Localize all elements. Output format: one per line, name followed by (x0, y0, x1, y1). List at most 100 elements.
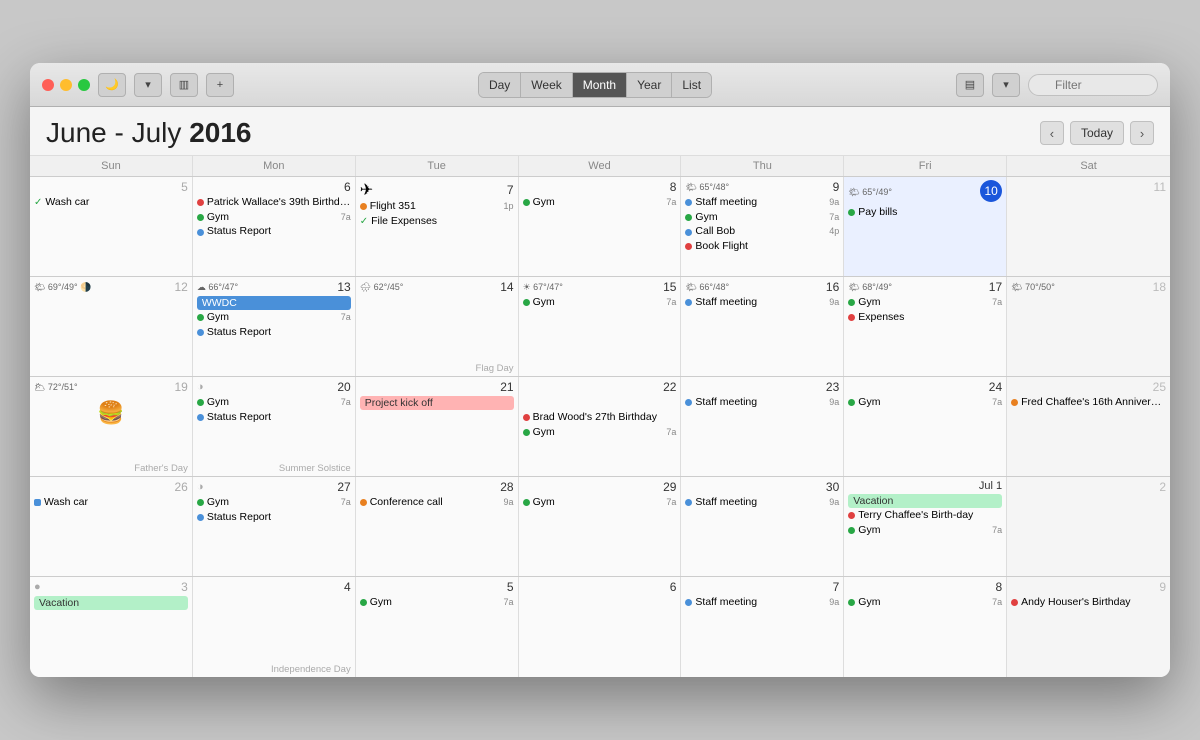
day-number: 19 (174, 380, 187, 394)
day-header-wed: Wed (519, 156, 682, 176)
day-cell-7-thu[interactable]: 7 Staff meeting9a (681, 577, 844, 677)
weather-fri-today: 🌤 65°/49° (848, 187, 892, 198)
list-item: Conference call9a (360, 496, 514, 510)
day-cell-28-tue[interactable]: 28 Conference call9a (356, 477, 519, 576)
day-cell-5-tue[interactable]: 5 Gym7a (356, 577, 519, 677)
day-cell-5-sun[interactable]: 5 ✓Wash car (30, 177, 193, 276)
list-item: ✓Wash car (34, 196, 188, 210)
view-week-button[interactable]: Week (521, 73, 572, 97)
day-cell-4-mon[interactable]: 4 Vacation Independence Day (193, 577, 356, 677)
day-cell-2-sat[interactable]: 2 (1007, 477, 1170, 576)
day-cell-8-fri[interactable]: 8 Gym7a (844, 577, 1007, 677)
list-item: Staff meeting9a (685, 496, 839, 510)
list-item: Gym7a (848, 396, 1002, 410)
close-button[interactable] (42, 79, 54, 91)
day-cell-14-tue[interactable]: 🌧 62°/45° 14 WWDC Flag Day (356, 277, 519, 376)
maximize-button[interactable] (78, 79, 90, 91)
day-cell-29-wed[interactable]: 29 Gym7a (519, 477, 682, 576)
list-item: Wash car (34, 496, 188, 510)
moon-icon[interactable]: 🌙 (98, 73, 126, 97)
day-header-tue: Tue (356, 156, 519, 176)
week-row: 🌥 72°/51° 19 🍔 Father's Day ◑ 20 Gym7a S… (30, 377, 1170, 477)
day-cell-jul1-fri[interactable]: Jul 1 Vacation Terry Chaffee's Birth-day… (844, 477, 1007, 576)
day-cell-25-sat[interactable]: 25 Fred Chaffee's 16th Anniversary (1007, 377, 1170, 476)
weather-tue: 🌧 62°/45° (360, 282, 404, 293)
day-cell-30-thu[interactable]: 30 Staff meeting9a (681, 477, 844, 576)
flight-icon: ✈ (360, 180, 373, 200)
chevron-down-icon[interactable]: ▾ (134, 73, 162, 97)
chevron-layout-icon[interactable]: ▾ (992, 73, 1020, 97)
day-cell-19-sun[interactable]: 🌥 72°/51° 19 🍔 Father's Day (30, 377, 193, 476)
view-switcher: Day Week Month Year List (242, 72, 948, 98)
day-cell-6-mon[interactable]: 6 Patrick Wallace's 39th Birthday Gym7a … (193, 177, 356, 276)
sidebar-toggle-icon[interactable]: ▥ (170, 73, 198, 97)
day-cell-7-tue[interactable]: ✈ 7 Flight 3511p ✓File Expenses (356, 177, 519, 276)
day-header-sun: Sun (30, 156, 193, 176)
vacation-bar[interactable]: Vacation (848, 494, 1002, 508)
day-cell-21-tue[interactable]: 21 Project kick off (356, 377, 519, 476)
day-cell-12-sun[interactable]: 🌤 69°/49° 🌗 12 (30, 277, 193, 376)
day-number: 11 (1011, 180, 1166, 194)
project-kickoff-bar[interactable]: Project kick off (360, 396, 514, 410)
list-item: Staff meeting9a (685, 396, 839, 410)
list-item: Patrick Wallace's 39th Birthday (197, 196, 351, 210)
day-cell-6-wed[interactable]: 6 (519, 577, 682, 677)
burger-emoji: 🍔 (34, 396, 188, 430)
titlebar-left: 🌙 ▾ ▥ + (42, 73, 234, 97)
day-cell-11-sat[interactable]: 11 (1007, 177, 1170, 276)
day-number: 21 (360, 380, 514, 394)
day-number: 5 (34, 180, 188, 194)
wwdc-event-bar[interactable]: WWDC (197, 296, 351, 310)
day-cell-9-thu[interactable]: 🌤 65°/48° 9 Staff meeting9a Gym7a Call B… (681, 177, 844, 276)
prev-month-button[interactable]: ‹ (1040, 121, 1064, 145)
day-cell-17-fri[interactable]: 🌤 68°/49° 17 Gym7a Expenses (844, 277, 1007, 376)
weather-sat-2: 🌤 70°/50° (1011, 282, 1055, 293)
day-cell-15-wed[interactable]: ☀ 67°/47° 15 Gym7a (519, 277, 682, 376)
day-number: 23 (685, 380, 839, 394)
list-item: Status Report (197, 411, 351, 425)
view-list-button[interactable]: List (672, 73, 711, 97)
day-cell-26-sun[interactable]: 26 Wash car (30, 477, 193, 576)
day-number-today: 10 (980, 180, 1002, 202)
day-headers: Sun Mon Tue Wed Thu Fri Sat (30, 156, 1170, 177)
day-cell-18-sat[interactable]: 🌤 70°/50° 18 (1007, 277, 1170, 376)
titlebar: 🌙 ▾ ▥ + Day Week Month Year List ▤ ▾ (30, 63, 1170, 107)
day-cell-8-wed[interactable]: 8 Gym7a (519, 177, 682, 276)
day-cell-13-mon[interactable]: ☁ 66°/47° 13 WWDC Gym7a Status Report (193, 277, 356, 376)
day-number: 28 (360, 480, 514, 494)
layout-icon[interactable]: ▤ (956, 73, 984, 97)
day-number: 7 (507, 183, 514, 197)
view-button-group: Day Week Month Year List (478, 72, 712, 98)
next-month-button[interactable]: › (1130, 121, 1154, 145)
week-row: 🌤 69°/49° 🌗 12 ☁ 66°/47° 13 WWDC Gym7a S… (30, 277, 1170, 377)
weather-mon: ☁ 66°/47° (197, 282, 238, 293)
today-button[interactable]: Today (1070, 121, 1124, 145)
day-header-sat: Sat (1007, 156, 1170, 176)
calendar-title-bold: 2016 (189, 117, 251, 148)
day-cell-23-thu[interactable]: 23 Staff meeting9a (681, 377, 844, 476)
minimize-button[interactable] (60, 79, 72, 91)
add-event-button[interactable]: + (206, 73, 234, 97)
titlebar-right: ▤ ▾ (956, 73, 1158, 97)
day-cell-20-mon[interactable]: ◑ 20 Gym7a Status Report Summer Solstice (193, 377, 356, 476)
day-cell-9-sat[interactable]: 9 Andy Houser's Birthday (1007, 577, 1170, 677)
view-year-button[interactable]: Year (627, 73, 672, 97)
view-day-button[interactable]: Day (479, 73, 521, 97)
list-item: Gym7a (848, 596, 1002, 610)
day-cell-16-thu[interactable]: 🌤 66°/48° 16 Staff meeting9a (681, 277, 844, 376)
day-cell-22-wed[interactable]: 22 cont Brad Wood's 27th Birthday Gym7a (519, 377, 682, 476)
day-cell-3-sun[interactable]: ● 3 Vacation (30, 577, 193, 677)
day-number: 20 (337, 380, 350, 394)
calendar-grid: Sun Mon Tue Wed Thu Fri Sat 5 ✓Wash car … (30, 156, 1170, 677)
list-item: Status Report (197, 326, 351, 340)
week-row: 26 Wash car ◑ 27 Gym7a Status Report 28 … (30, 477, 1170, 577)
day-cell-10-fri-today[interactable]: 🌤 65°/49° 10 Pay bills (844, 177, 1007, 276)
list-item: Brad Wood's 27th Birthday (523, 411, 677, 425)
search-input[interactable] (1028, 74, 1158, 96)
view-month-button[interactable]: Month (573, 73, 627, 97)
day-cell-27-mon[interactable]: ◑ 27 Gym7a Status Report (193, 477, 356, 576)
day-number: 22 (523, 380, 677, 394)
calendar-window: 🌙 ▾ ▥ + Day Week Month Year List ▤ ▾ Jun… (30, 63, 1170, 677)
day-cell-24-fri[interactable]: 24 Gym7a (844, 377, 1007, 476)
vacation-bar-cont: Vacation (34, 596, 188, 610)
